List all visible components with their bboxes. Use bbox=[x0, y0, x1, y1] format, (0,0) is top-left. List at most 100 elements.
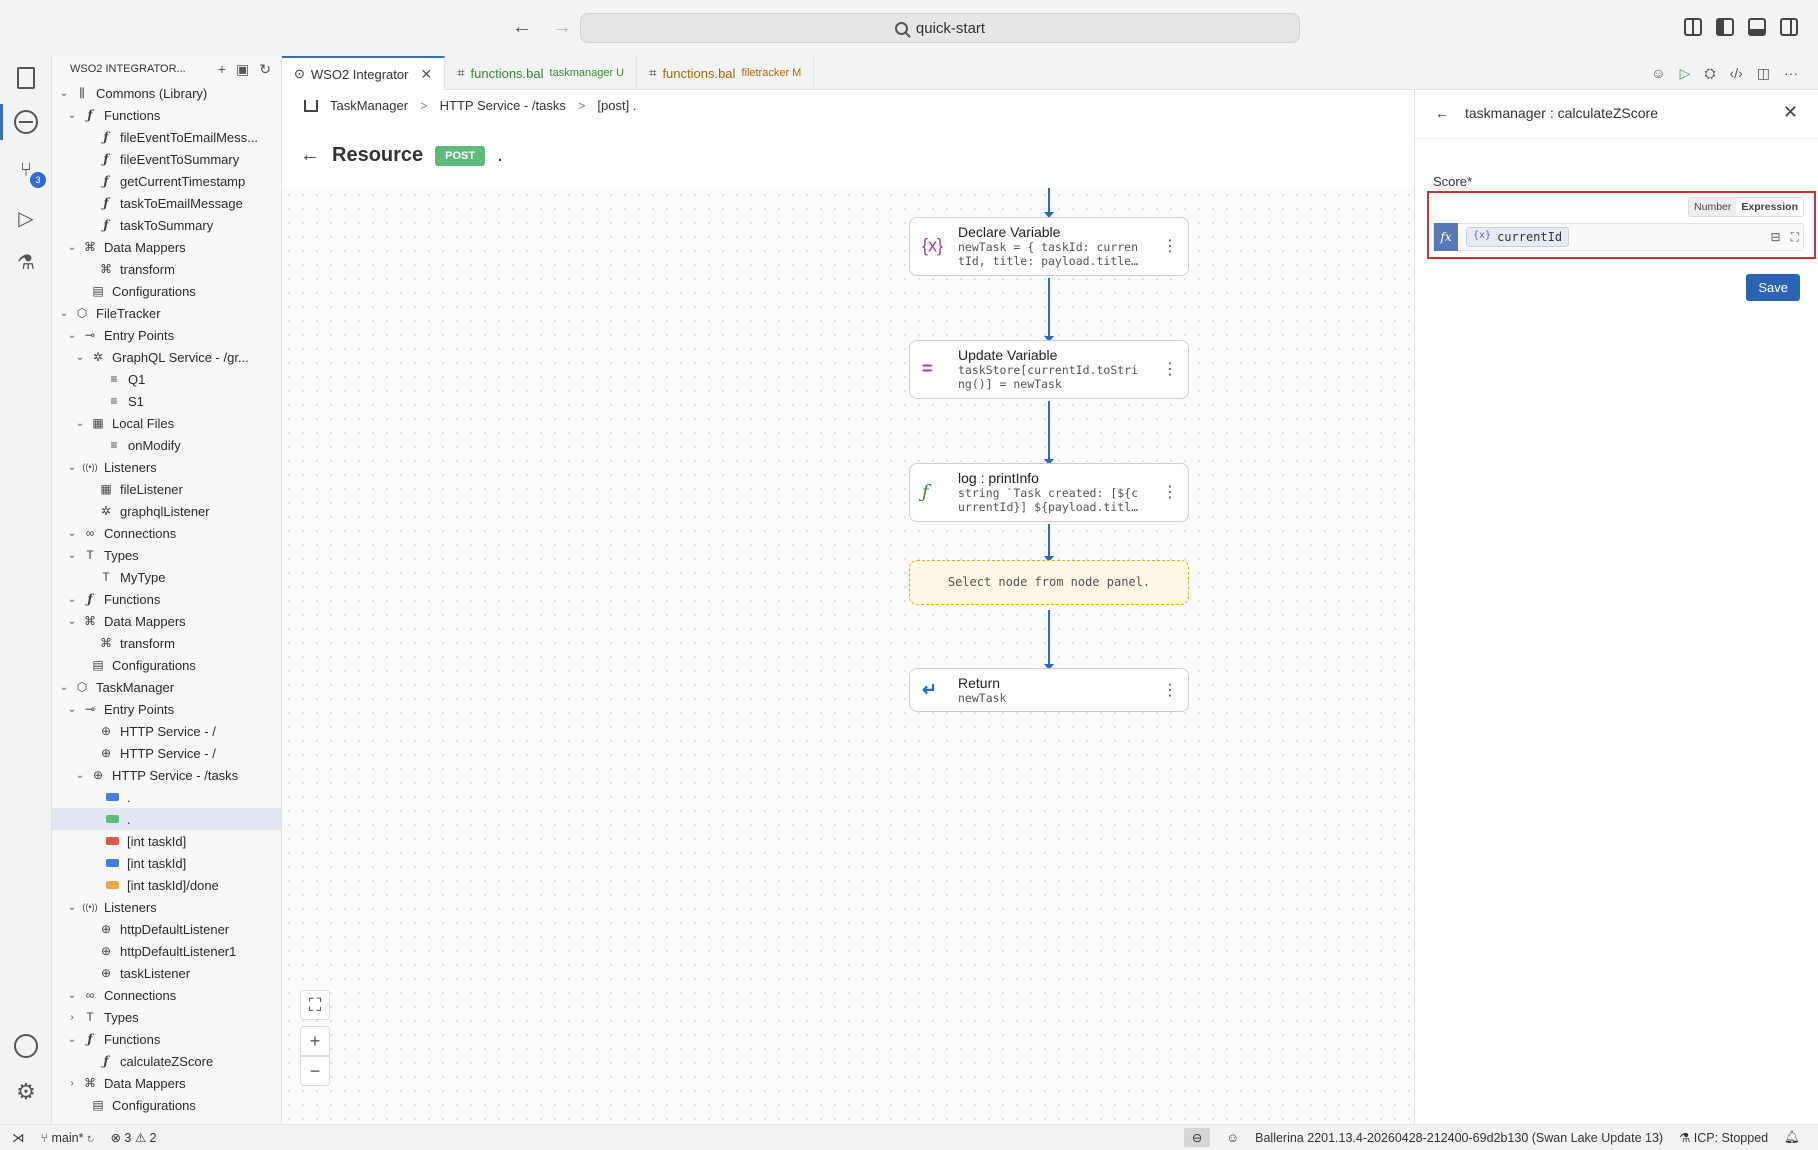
tree-item[interactable]: ⌄ ƒ Functions bbox=[52, 588, 281, 610]
chevron-down-icon[interactable]: ⌄ bbox=[74, 352, 86, 363]
tree-item[interactable]: ⊕ httpDefaultListener1 bbox=[52, 940, 281, 962]
chevron-right-icon[interactable]: › bbox=[66, 1078, 78, 1089]
copilot-icon[interactable]: ☺ bbox=[1651, 65, 1665, 82]
toggle-secondary-sidebar-icon[interactable] bbox=[1780, 18, 1798, 36]
refresh-icon[interactable]: ↻ bbox=[259, 61, 271, 78]
chevron-down-icon[interactable]: ⌄ bbox=[66, 528, 78, 539]
tree-item[interactable]: ▤ Configurations bbox=[52, 280, 281, 302]
chevron-down-icon[interactable]: ⌄ bbox=[58, 308, 70, 319]
chevron-down-icon[interactable]: ⌄ bbox=[66, 462, 78, 473]
tree-item[interactable]: T MyType bbox=[52, 566, 281, 588]
tree-item[interactable]: ⌄ ⫼ Commons (Library) bbox=[52, 82, 281, 104]
chevron-down-icon[interactable]: ⌄ bbox=[66, 242, 78, 253]
tree-item[interactable]: ≡ onModify bbox=[52, 434, 281, 456]
tree-item[interactable]: ⌄ ƒ Functions bbox=[52, 104, 281, 126]
tree-item[interactable]: ▤ Configurations bbox=[52, 654, 281, 676]
tree-item[interactable]: [int taskId] bbox=[52, 852, 281, 874]
tree-item[interactable]: ⌄ ⬡ TaskManager bbox=[52, 676, 281, 698]
node-menu-icon[interactable]: ⋮ bbox=[1162, 680, 1178, 700]
fit-to-screen-icon[interactable]: ⛶ bbox=[300, 990, 330, 1020]
more-actions-icon[interactable]: ··· bbox=[1784, 65, 1798, 82]
chevron-down-icon[interactable]: ⌄ bbox=[66, 330, 78, 341]
run-icon[interactable]: ▷ bbox=[1680, 65, 1691, 82]
expand-editor-icon[interactable]: ⛶ bbox=[1791, 230, 1799, 245]
breadcrumb-item[interactable]: HTTP Service - /tasks bbox=[440, 98, 566, 113]
tree-item[interactable]: ƒ fileEventToSummary bbox=[52, 148, 281, 170]
chevron-down-icon[interactable]: ⌄ bbox=[66, 594, 78, 605]
tree-item[interactable]: ⊕ httpDefaultListener bbox=[52, 918, 281, 940]
panel-back-icon[interactable]: ← bbox=[1435, 105, 1449, 121]
tree-item[interactable]: ⌄ ⊸ Entry Points bbox=[52, 324, 281, 346]
tree-item[interactable]: . bbox=[52, 786, 281, 808]
tree-item[interactable]: ⊕ taskListener bbox=[52, 962, 281, 984]
flow-node-update-variable[interactable]: = Update Variable taskStore[currentId.to… bbox=[909, 340, 1189, 399]
tree-item[interactable]: ⊕ HTTP Service - / bbox=[52, 742, 281, 764]
chevron-down-icon[interactable]: ⌄ bbox=[66, 110, 78, 121]
node-menu-icon[interactable]: ⋮ bbox=[1162, 236, 1178, 256]
close-panel-icon[interactable]: ✕ bbox=[1783, 102, 1798, 123]
back-nav-icon[interactable]: ← bbox=[512, 16, 532, 39]
customize-layout-icon[interactable] bbox=[1684, 18, 1702, 36]
flow-node-log-printinfo[interactable]: ƒ log : printInfo string `Task created: … bbox=[909, 463, 1189, 522]
chevron-down-icon[interactable]: ⌄ bbox=[66, 616, 78, 627]
node-menu-icon[interactable]: ⋮ bbox=[1162, 359, 1178, 379]
helper-panel-icon[interactable]: ⊟ bbox=[1771, 230, 1781, 245]
problems-indicator[interactable]: ⊗ 3 ⚠ 2 bbox=[110, 1130, 156, 1145]
tree-item[interactable]: ▦ fileListener bbox=[52, 478, 281, 500]
tree-item[interactable]: ⌘ transform bbox=[52, 632, 281, 654]
tab-functions-taskmanager[interactable]: ⌗ functions.bal taskmanager U bbox=[445, 56, 638, 90]
node-menu-icon[interactable]: ⋮ bbox=[1162, 482, 1178, 502]
tree-item[interactable]: ƒ taskToSummary bbox=[52, 214, 281, 236]
branch-indicator[interactable]: ⑂ main* ↻ bbox=[41, 1131, 95, 1145]
zoom-out-icon[interactable]: − bbox=[300, 1056, 330, 1086]
tree-item[interactable]: ⌄ ((•)) Listeners bbox=[52, 456, 281, 478]
chevron-down-icon[interactable]: ⌄ bbox=[66, 902, 78, 913]
forward-nav-icon[interactable]: → bbox=[552, 16, 572, 39]
tree-item[interactable]: [int taskId] bbox=[52, 830, 281, 852]
source-control-icon[interactable]: ⑂ 3 bbox=[12, 156, 46, 188]
settings-gear-icon[interactable]: ⚙ bbox=[12, 1078, 40, 1106]
tree-item[interactable]: ƒ taskToEmailMessage bbox=[52, 192, 281, 214]
testing-icon[interactable]: ⚗ bbox=[12, 248, 40, 276]
chevron-down-icon[interactable]: ⌄ bbox=[58, 88, 70, 99]
tree-item[interactable]: ⌘ transform bbox=[52, 258, 281, 280]
chevron-right-icon[interactable]: › bbox=[66, 1012, 78, 1023]
tree-item[interactable]: ≡ Q1 bbox=[52, 368, 281, 390]
tree-item[interactable]: ⌄ ⌘ Data Mappers bbox=[52, 610, 281, 632]
ballerina-version[interactable]: Ballerina 2201.13.4-20260428-212400-69d2… bbox=[1255, 1131, 1663, 1145]
add-icon[interactable]: + bbox=[218, 61, 226, 78]
tree-item[interactable]: [int taskId]/done bbox=[52, 874, 281, 896]
split-editor-icon[interactable]: ◫ bbox=[1757, 65, 1770, 82]
tree-item[interactable]: ⌄ ⬡ FileTracker bbox=[52, 302, 281, 324]
debug-icon[interactable]: ⛭ bbox=[1704, 65, 1715, 82]
tree-item[interactable]: ⌄ ⌘ Data Mappers bbox=[52, 236, 281, 258]
account-icon[interactable] bbox=[12, 1032, 40, 1060]
save-button[interactable]: Save bbox=[1746, 274, 1800, 301]
tree-item[interactable]: ⌄ ⊕ HTTP Service - /tasks bbox=[52, 764, 281, 786]
tree-item[interactable]: ⌄ T Types bbox=[52, 544, 281, 566]
toggle-panel-icon[interactable] bbox=[1748, 18, 1766, 36]
tree-item[interactable]: . bbox=[52, 808, 281, 830]
variable-chip[interactable]: {x} currentId bbox=[1466, 227, 1570, 247]
tree-item[interactable]: ⌄ ✲ GraphQL Service - /gr... bbox=[52, 346, 281, 368]
chevron-down-icon[interactable]: ⌄ bbox=[66, 550, 78, 561]
zoom-in-icon[interactable]: + bbox=[300, 1026, 330, 1056]
flow-node-placeholder[interactable]: Select node from node panel. bbox=[909, 560, 1189, 605]
tree-item[interactable]: › ⌘ Data Mappers bbox=[52, 1072, 281, 1094]
tab-wso2-integrator[interactable]: ⊙ WSO2 Integrator ✕ bbox=[282, 56, 446, 90]
breadcrumb-item[interactable]: [post] . bbox=[597, 98, 636, 113]
tree-item[interactable]: ⊕ HTTP Service - / bbox=[52, 720, 281, 742]
notifications-bell-icon[interactable]: 🔔︎ bbox=[1784, 1130, 1800, 1145]
mode-number-button[interactable]: Number bbox=[1689, 198, 1736, 216]
zoom-out-status-icon[interactable]: ⊖ bbox=[1183, 1128, 1211, 1147]
tree-item[interactable]: ⌄ ∞ Connections bbox=[52, 984, 281, 1006]
toggle-primary-sidebar-icon[interactable] bbox=[1716, 18, 1734, 36]
icp-status[interactable]: ⚗ ICP: Stopped bbox=[1679, 1130, 1768, 1145]
copilot-status-icon[interactable]: ☺ bbox=[1226, 1131, 1239, 1145]
tab-functions-filetracker[interactable]: ⌗ functions.bal filetracker M bbox=[637, 56, 815, 90]
back-arrow-icon[interactable]: ← bbox=[300, 144, 320, 167]
tree-item[interactable]: ▤ Configurations bbox=[52, 1094, 281, 1116]
tree-item[interactable]: ≡ S1 bbox=[52, 390, 281, 412]
close-tab-icon[interactable]: ✕ bbox=[420, 66, 432, 83]
flow-node-return[interactable]: ↵ Return newTask ⋮ bbox=[909, 668, 1189, 713]
